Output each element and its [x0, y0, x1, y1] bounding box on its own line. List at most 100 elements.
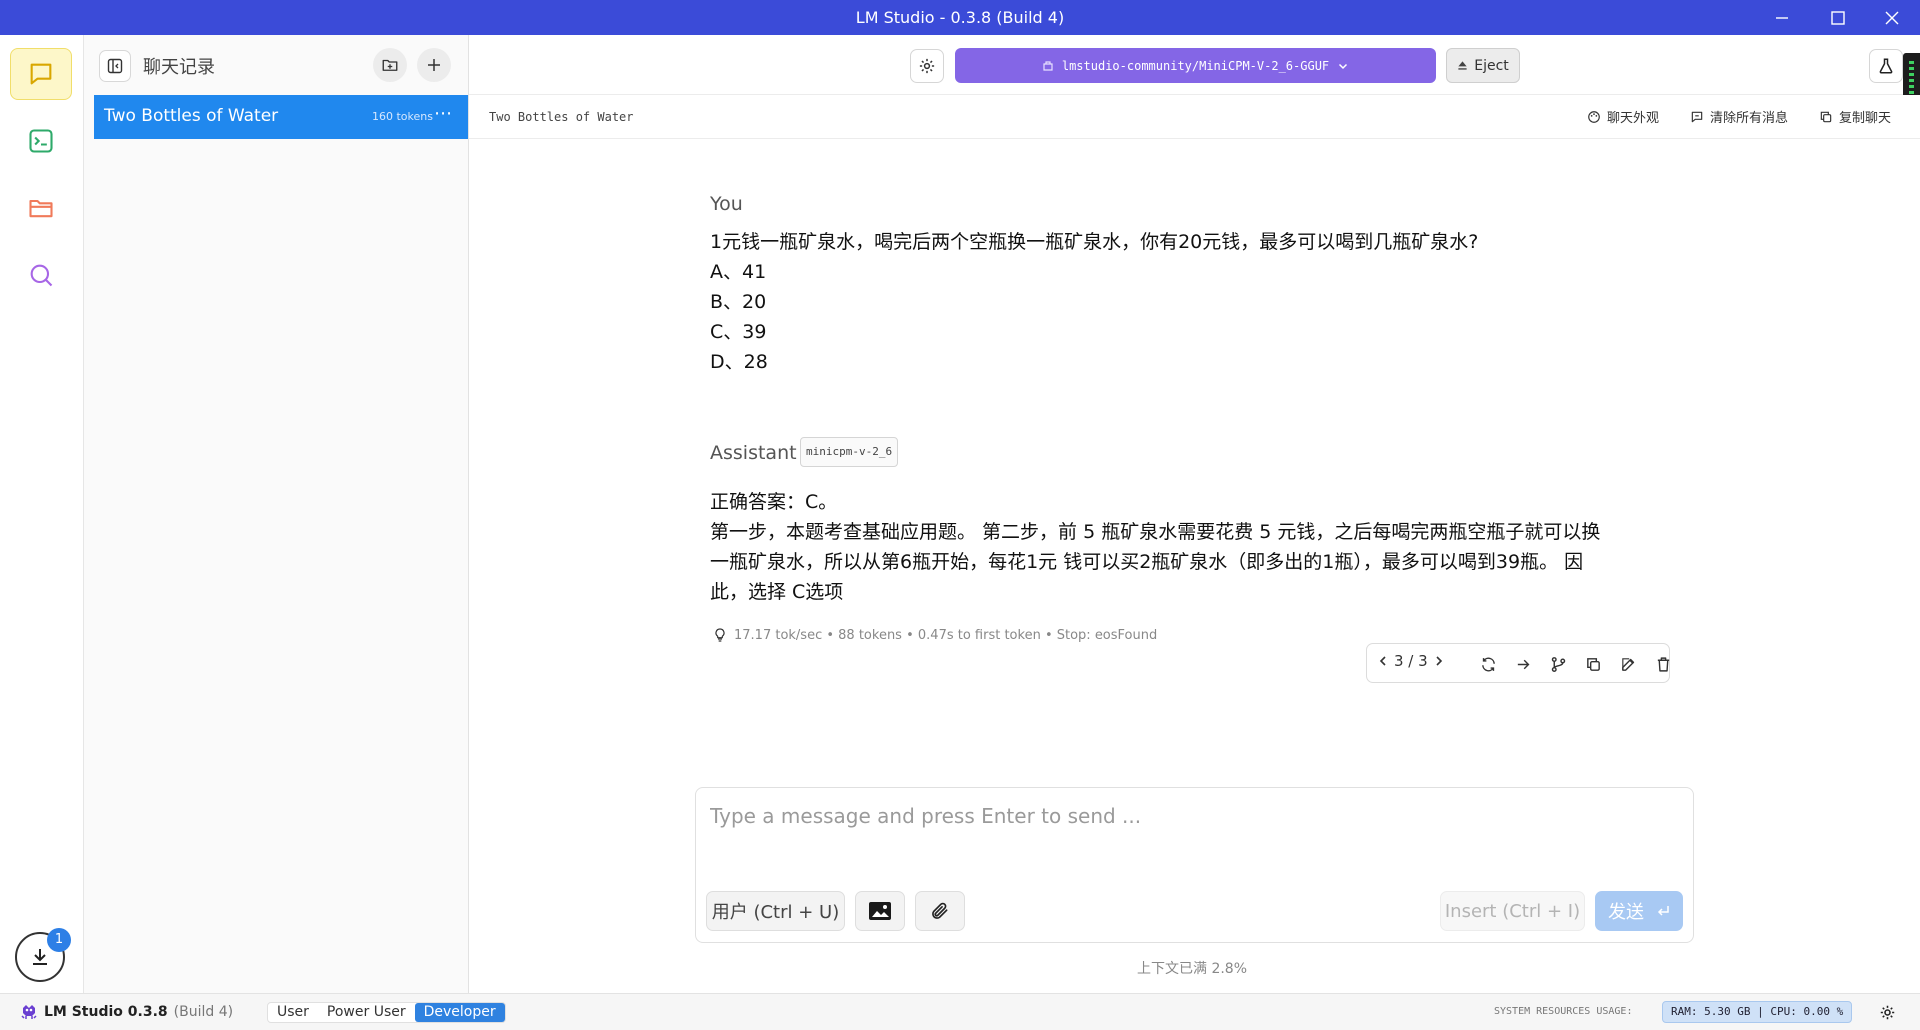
sidebar-title: 聊天记录 [143, 57, 215, 78]
chevron-left-icon[interactable] [1377, 655, 1389, 667]
role-toggle-button[interactable]: 用户 (Ctrl + U) [706, 891, 845, 931]
chat-sidebar: 聊天记录 Two Bottles of Water 160 tokens ⋯ [84, 35, 469, 993]
app-name: LM Studio 0.3.8 [44, 1004, 168, 1020]
assistant-message-line: 第一步，本题考查基础应用题。 第二步，前 5 瓶矿泉水需要花费 5 元钱，之后每… [710, 521, 1601, 543]
sidebar-header: 聊天记录 [84, 35, 469, 95]
nav-rail: 1 [0, 35, 84, 993]
new-chat-button[interactable] [417, 48, 451, 82]
assistant-message: 正确答案：C。 第一步，本题考查基础应用题。 第二步，前 5 瓶矿泉水需要花费 … [710, 487, 1690, 607]
rail-search-button[interactable] [10, 249, 72, 301]
new-folder-button[interactable] [373, 48, 407, 82]
copy-chat-button[interactable]: 复制聊天 [1819, 107, 1891, 126]
toggle-sidebar-button[interactable] [99, 50, 131, 82]
user-message-line: A、41 [710, 261, 767, 283]
assistant-message-line: 一瓶矿泉水，所以从第6瓶开始，每花1元 钱可以买2瓶矿泉水（即多出的1瓶），最多… [710, 551, 1584, 573]
assistant-message-line: 正确答案：C。 [710, 491, 838, 513]
top-toolbar: lmstudio-community/MiniCPM-V-2_6-GGUF Ej… [469, 35, 1920, 105]
system-resources-label: SYSTEM RESOURCES USAGE: [1494, 1006, 1633, 1017]
model-name: lmstudio-community/MiniCPM-V-2_6-GGUF [1061, 58, 1330, 73]
user-message: 1元钱一瓶矿泉水，喝完后两个空瓶换一瓶矿泉水，你有20元钱，最多可以喝到几瓶矿泉… [710, 227, 1610, 377]
plus-icon [428, 59, 440, 71]
eject-button[interactable]: Eject [1446, 48, 1520, 83]
copy-icon [1586, 657, 1600, 671]
eject-icon [1458, 61, 1467, 70]
clear-chat-icon [1691, 111, 1703, 122]
chat-appearance-label: 聊天外观 [1607, 111, 1660, 126]
continue-button[interactable] [1509, 650, 1537, 678]
user-message-line: 1元钱一瓶矿泉水，喝完后两个空瓶换一瓶矿泉水，你有20元钱，最多可以喝到几瓶矿泉… [710, 231, 1479, 253]
minimize-icon[interactable] [1754, 0, 1810, 35]
arrow-right-icon [1517, 659, 1529, 669]
model-selector[interactable]: lmstudio-community/MiniCPM-V-2_6-GGUF [955, 48, 1436, 83]
mode-user[interactable]: User [268, 1003, 318, 1022]
send-label: 发送 [1608, 902, 1644, 923]
clear-messages-button[interactable]: 清除所有消息 [1690, 107, 1788, 126]
flask-icon [1879, 58, 1893, 74]
folder-plus-icon [382, 59, 398, 71]
image-icon [869, 902, 891, 920]
rail-chat-button[interactable] [10, 48, 72, 100]
chevron-down-icon [1339, 63, 1348, 69]
gear-icon [919, 58, 935, 74]
copy-message-button[interactable] [1579, 650, 1607, 678]
chevron-right-icon[interactable] [1433, 655, 1445, 667]
user-message-line: C、39 [710, 321, 767, 343]
regenerate-button[interactable] [1474, 650, 1502, 678]
message-input[interactable] [710, 804, 1670, 854]
app-settings-button[interactable] [1879, 1004, 1896, 1025]
title-bar: LM Studio - 0.3.8 (Build 4) [0, 0, 1920, 35]
copy-icon [1820, 111, 1832, 122]
settings-button[interactable] [910, 49, 944, 83]
branch-button[interactable] [1544, 650, 1572, 678]
generation-stats: 17.17 tok/sec • 88 tokens • 0.47s to fir… [712, 627, 1157, 643]
clear-messages-label: 清除所有消息 [1710, 111, 1789, 126]
lab-button[interactable] [1869, 49, 1903, 83]
edit-icon [1621, 657, 1634, 671]
paperclip-icon [932, 902, 948, 919]
version-counter: 3 / 3 [1394, 652, 1428, 670]
downloads-badge: 1 [47, 928, 71, 952]
insert-button[interactable]: Insert (Ctrl + I) [1440, 891, 1585, 931]
mode-power-user[interactable]: Power User [318, 1003, 415, 1022]
generation-stats-text: 17.17 tok/sec • 88 tokens • 0.47s to fir… [734, 627, 1158, 643]
send-button[interactable]: 发送 [1595, 891, 1683, 931]
maximize-icon[interactable] [1810, 0, 1866, 35]
app-version: LM Studio 0.3.8 (Build 4) [20, 1004, 233, 1020]
user-message-line: B、20 [710, 291, 767, 313]
more-options-icon[interactable]: ⋯ [434, 103, 453, 124]
edit-message-button[interactable] [1614, 650, 1642, 678]
git-branch-icon [1551, 656, 1565, 672]
gear-icon [1880, 1005, 1895, 1020]
user-message-line: D、28 [710, 351, 768, 373]
eject-label: Eject [1474, 57, 1509, 74]
assistant-model-tag: minicpm-v-2_6 [800, 437, 899, 467]
attach-image-button[interactable] [855, 891, 905, 931]
delete-message-button[interactable] [1649, 650, 1677, 678]
assistant-message-line: 此，选择 C选项 [710, 581, 844, 603]
search-icon [30, 264, 53, 287]
attach-file-button[interactable] [915, 891, 965, 931]
close-icon[interactable] [1864, 0, 1920, 35]
message-composer: 用户 (Ctrl + U) Insert (Ctrl + I) 发送 [695, 787, 1694, 943]
chat-appearance-button[interactable]: 聊天外观 [1587, 107, 1659, 126]
rail-developer-button[interactable] [10, 115, 72, 167]
context-usage: 上下文已满 2.8% [1137, 961, 1248, 977]
lmstudio-logo-icon [21, 1005, 37, 1019]
user-role-label: You [710, 193, 743, 215]
chat-list-item[interactable]: Two Bottles of Water 160 tokens ⋯ [94, 95, 468, 139]
version-pager: 3 / 3 [1377, 652, 1445, 670]
mode-switcher: User Power User Developer [267, 1002, 506, 1023]
folder-icon [29, 199, 53, 218]
download-icon [33, 949, 47, 965]
rail-models-button[interactable] [10, 182, 72, 234]
status-bar: LM Studio 0.3.8 (Build 4) User Power Use… [0, 993, 1920, 1030]
message-actions: 3 / 3 [1366, 643, 1670, 683]
chat-title[interactable]: Two Bottles of Water [489, 110, 634, 124]
mode-developer[interactable]: Developer [414, 1003, 505, 1022]
sidebar-toggle-icon [107, 58, 123, 74]
regenerate-icon [1481, 657, 1495, 671]
resource-usage[interactable]: RAM: 5.30 GB | CPU: 0.00 % [1662, 1001, 1853, 1023]
chat-item-tokens: 160 tokens [372, 110, 433, 123]
app-build: (Build 4) [173, 1004, 234, 1020]
lightbulb-icon[interactable] [712, 627, 728, 643]
